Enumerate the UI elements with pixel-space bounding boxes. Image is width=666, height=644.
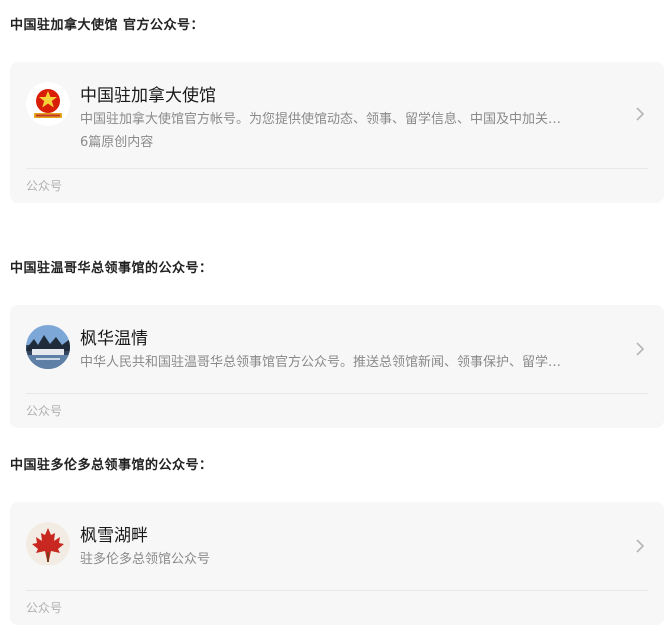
landscape-photo-icon	[26, 325, 70, 369]
chevron-right-icon	[634, 106, 646, 122]
account-description: 中华人民共和国驻温哥华总领事馆官方公众号。推送总领馆新闻、领事保护、留学…	[80, 355, 562, 370]
account-name: 枫雪湖畔	[80, 526, 148, 546]
account-card-embassy[interactable]: 中国驻加拿大使馆 中国驻加拿大使馆官方帐号。为您提供使馆动态、领事、留学信息、中…	[10, 62, 664, 203]
account-name: 中国驻加拿大使馆	[80, 86, 216, 106]
section-title-vancouver: 中国驻温哥华总领事馆的公众号：	[10, 261, 213, 276]
section-title-embassy: 中国驻加拿大使馆 官方公众号：	[10, 18, 205, 33]
account-card-body[interactable]: 中国驻加拿大使馆 中国驻加拿大使馆官方帐号。为您提供使馆动态、领事、留学信息、中…	[10, 62, 664, 168]
chevron-right-icon	[634, 538, 646, 554]
account-card-body[interactable]: 枫雪湖畔 驻多伦多总领馆公众号	[10, 502, 664, 590]
maple-leaf-icon	[26, 522, 70, 566]
account-card-toronto[interactable]: 枫雪湖畔 驻多伦多总领馆公众号 公众号	[10, 502, 664, 625]
embassy-emblem-icon	[26, 82, 70, 126]
card-footer-label: 公众号	[26, 179, 63, 193]
card-footer-label: 公众号	[26, 404, 63, 418]
account-name: 枫华温情	[80, 329, 148, 349]
card-footer-label: 公众号	[26, 601, 63, 615]
account-description: 驻多伦多总领馆公众号	[80, 552, 211, 567]
chevron-right-icon	[634, 341, 646, 357]
account-description: 中国驻加拿大使馆官方帐号。为您提供使馆动态、领事、留学信息、中国及中加关…	[80, 112, 562, 127]
original-content-count: 6篇原创内容	[80, 135, 154, 150]
section-title-toronto: 中国驻多伦多总领事馆的公众号：	[10, 458, 213, 473]
account-card-body[interactable]: 枫华温情 中华人民共和国驻温哥华总领事馆官方公众号。推送总领馆新闻、领事保护、留…	[10, 305, 664, 393]
account-card-vancouver[interactable]: 枫华温情 中华人民共和国驻温哥华总领事馆官方公众号。推送总领馆新闻、领事保护、留…	[10, 305, 664, 428]
